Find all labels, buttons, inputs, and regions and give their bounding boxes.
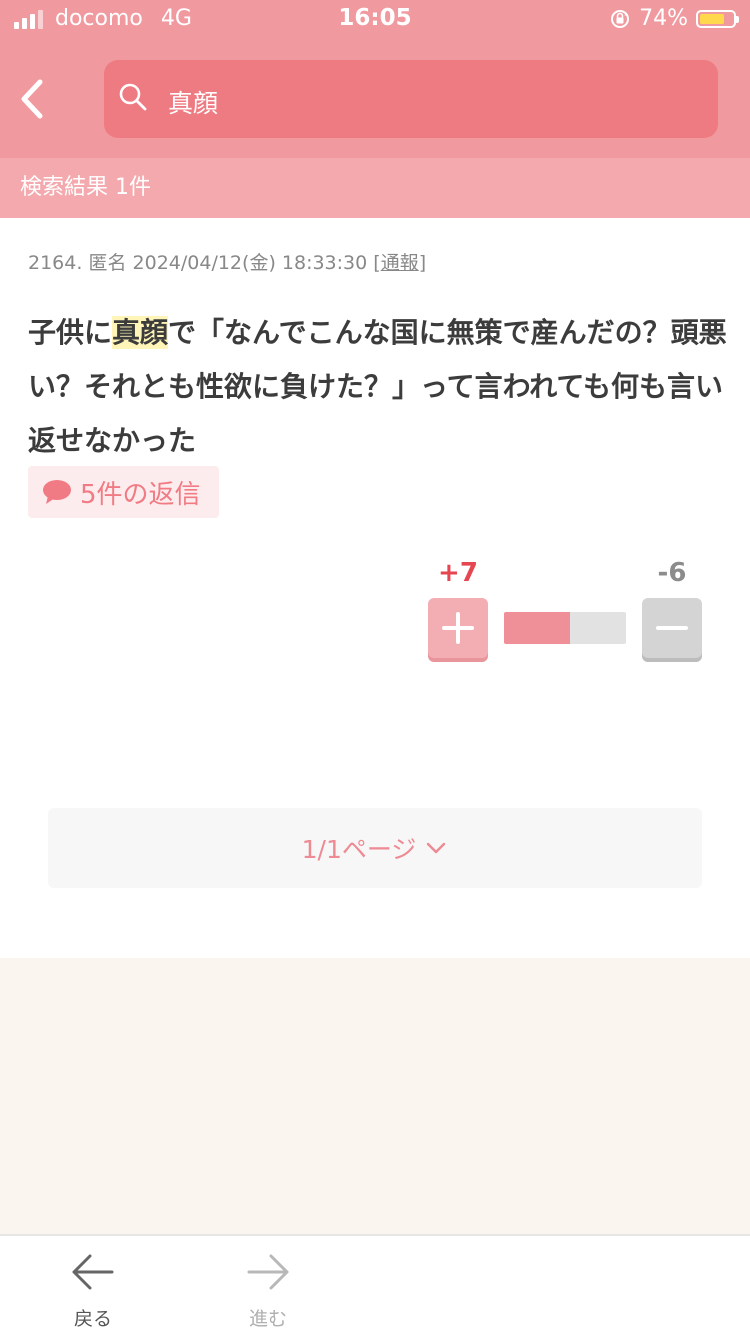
arrow-left-icon (72, 1254, 114, 1290)
search-query: 真顔 (168, 89, 219, 118)
post-author: 匿名 (88, 252, 127, 274)
status-right: 74% (609, 6, 739, 31)
page-selector[interactable]: 1/1ページ (48, 808, 702, 888)
post-body-before: 子供に (28, 316, 113, 349)
chevron-left-icon (21, 79, 43, 119)
post-datetime: 2024/04/12(金) 18:33:30 (132, 252, 368, 274)
plus-icon (442, 612, 474, 644)
search-icon (119, 83, 147, 111)
header: 真顔 (0, 40, 750, 158)
post-body: 子供に真顔で「なんでこんな国に無策で産んだの？頭悪い？それとも性欲に負けた？」っ… (28, 306, 728, 468)
nav-back-button[interactable]: 戻る (38, 1248, 148, 1330)
status-bar: docomo 4G 16:05 74% (0, 0, 750, 40)
arrow-right-icon (247, 1254, 289, 1290)
post-meta: 2164. 匿名 2024/04/12(金) 18:33:30 [通報] (28, 248, 426, 275)
page-label: 1/1ページ (301, 835, 417, 864)
replies-button[interactable]: 5件の返信 (28, 466, 219, 518)
plus-vote-count: +7 (438, 558, 478, 588)
chevron-down-icon (427, 842, 446, 854)
post-number: 2164. (28, 252, 83, 274)
vote-ratio-bar (504, 612, 626, 644)
nav-forward-label: 進む (248, 1308, 287, 1330)
nav-back-label: 戻る (73, 1308, 112, 1330)
speech-bubble-icon (43, 480, 71, 504)
rotation-lock-icon (611, 9, 630, 28)
nav-forward-button[interactable]: 進む (213, 1248, 323, 1330)
report-bracket-open: [ (373, 252, 381, 274)
vote-ratio-fill (504, 612, 570, 644)
report-link[interactable]: 通報 (381, 252, 419, 274)
minus-vote-button[interactable] (642, 598, 702, 658)
search-input[interactable]: 真顔 (104, 60, 718, 138)
back-button[interactable] (10, 70, 60, 128)
battery-icon (696, 9, 739, 28)
result-count: 検索結果 1件 (0, 158, 750, 218)
search-highlight: 真顔 (112, 316, 169, 349)
minus-vote-count: -6 (657, 558, 687, 588)
search-results: 2164. 匿名 2024/04/12(金) 18:33:30 [通報] 子供に… (0, 218, 750, 958)
replies-label: 5件の返信 (80, 479, 201, 510)
battery-level-fill (700, 13, 724, 24)
report-bracket-close: ] (418, 252, 427, 274)
bottom-nav: 戻る 進む (0, 1234, 750, 1334)
battery-percent: 74% (639, 6, 688, 31)
plus-vote-button[interactable] (428, 598, 488, 658)
minus-icon (656, 626, 688, 630)
